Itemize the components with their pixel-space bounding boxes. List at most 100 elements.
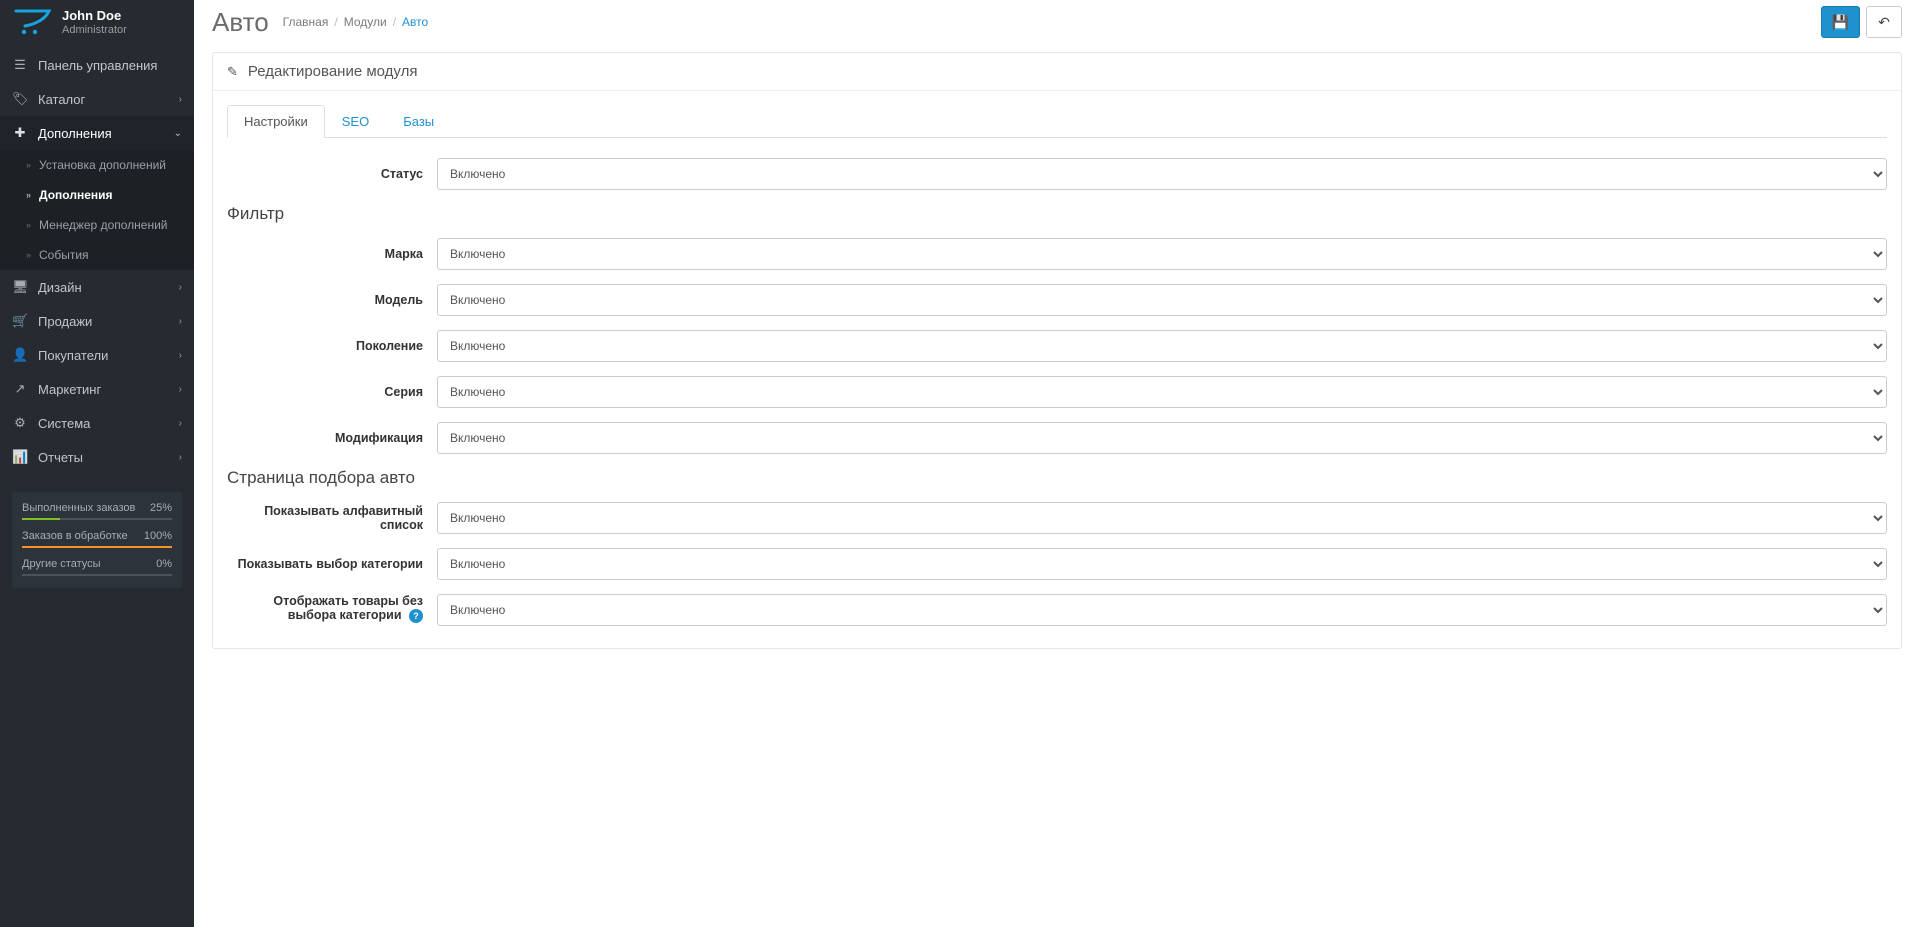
progress-bar [22, 574, 172, 576]
nav-sales[interactable]: 🛒 Продажи › [0, 304, 194, 338]
nav-system[interactable]: ⚙ Система › [0, 406, 194, 440]
save-button[interactable]: 💾 [1821, 6, 1860, 38]
chevron-right-icon: › [179, 94, 182, 105]
tab-seo[interactable]: SEO [325, 105, 386, 138]
chevron-right-icon: › [179, 384, 182, 395]
chevron-right-icon: › [179, 350, 182, 361]
stat-value: 100% [144, 530, 172, 542]
chevron-right-icon: › [179, 282, 182, 293]
subnav-label: Дополнения [39, 188, 112, 202]
breadcrumb-current[interactable]: Авто [402, 15, 428, 29]
logo-icon [13, 8, 53, 36]
nav-reports[interactable]: 📊 Отчеты › [0, 440, 194, 474]
main-nav: ☰ Панель управления 🏷 Каталог › ✚ Дополн… [0, 48, 194, 474]
select-model[interactable]: Включено [437, 284, 1887, 316]
row-series: Серия Включено [227, 376, 1887, 408]
page-header: Авто Главная / Модули / Авто 💾 ↶ [194, 0, 1920, 38]
select-no-category[interactable]: Включено [437, 594, 1887, 626]
nav-marketing[interactable]: ↗ Маркетинг › [0, 372, 194, 406]
row-brand: Марка Включено [227, 238, 1887, 270]
stats-box: Выполненных заказов 25% Заказов в обрабо… [12, 492, 182, 588]
select-generation[interactable]: Включено [437, 330, 1887, 362]
nav-extensions[interactable]: ✚ Дополнения ⌄ [0, 116, 194, 150]
stat-complete: Выполненных заказов 25% [22, 502, 172, 520]
stat-other: Другие статусы 0% [22, 558, 172, 576]
nav-label: Дизайн [38, 280, 82, 295]
share-icon: ↗ [12, 381, 28, 397]
tabs: Настройки SEO Базы [227, 105, 1887, 138]
subnav-modifications[interactable]: » Менеджер дополнений [0, 210, 194, 240]
gear-icon: ⚙ [12, 415, 28, 431]
bars-icon: 📊 [12, 449, 28, 465]
pencil-icon: ✎ [227, 64, 238, 80]
nav-label: Продажи [38, 314, 92, 329]
label-model: Модель [227, 293, 437, 307]
progress-bar [22, 546, 172, 548]
progress-bar [22, 518, 172, 520]
breadcrumb-home[interactable]: Главная [283, 15, 329, 29]
help-icon[interactable]: ? [409, 609, 423, 623]
tab-settings[interactable]: Настройки [227, 105, 325, 138]
chevron-icon: » [26, 220, 31, 230]
sidebar-header: John Doe Administrator [0, 0, 194, 48]
select-status[interactable]: Включено [437, 158, 1887, 190]
nav-design[interactable]: 🖥 Дизайн › [0, 270, 194, 304]
label-no-category-text: Отображать товары без выбора категории [273, 594, 423, 622]
legend-page: Страница подбора авто [227, 468, 1887, 488]
chevron-icon: » [26, 250, 31, 260]
page-title: Авто [212, 7, 269, 38]
chevron-right-icon: › [179, 316, 182, 327]
subnav-events[interactable]: » События [0, 240, 194, 270]
puzzle-icon: ✚ [12, 125, 28, 141]
main-content: Авто Главная / Модули / Авто 💾 ↶ ✎ Редак… [194, 0, 1920, 927]
edit-panel: ✎ Редактирование модуля Настройки SEO Ба… [212, 52, 1902, 649]
select-brand[interactable]: Включено [437, 238, 1887, 270]
save-icon: 💾 [1832, 14, 1849, 31]
label-modification: Модификация [227, 431, 437, 445]
stat-label: Заказов в обработке [22, 530, 128, 542]
breadcrumb-separator: / [393, 15, 396, 29]
panel-heading: ✎ Редактирование модуля [213, 53, 1901, 91]
stat-processing: Заказов в обработке 100% [22, 530, 172, 548]
desktop-icon: 🖥 [12, 279, 28, 295]
header-actions: 💾 ↶ [1821, 6, 1902, 38]
chevron-icon: » [26, 190, 31, 200]
breadcrumb-separator: / [334, 15, 337, 29]
subnav-label: Установка дополнений [39, 158, 166, 172]
back-button[interactable]: ↶ [1866, 6, 1902, 38]
row-no-category: Отображать товары без выбора категории ?… [227, 594, 1887, 626]
chevron-right-icon: › [179, 452, 182, 463]
row-status: Статус Включено [227, 158, 1887, 190]
select-alpha[interactable]: Включено [437, 502, 1887, 534]
chevron-down-icon: ⌄ [174, 128, 182, 139]
stat-value: 0% [156, 558, 172, 570]
user-icon: 👤 [12, 347, 28, 363]
nav-label: Панель управления [38, 58, 157, 73]
subnav-installer[interactable]: » Установка дополнений [0, 150, 194, 180]
logo [10, 8, 56, 36]
breadcrumb: Главная / Модули / Авто [283, 15, 429, 29]
label-generation: Поколение [227, 339, 437, 353]
stat-label: Выполненных заказов [22, 502, 135, 514]
tag-icon: 🏷 [12, 91, 28, 107]
breadcrumb-modules[interactable]: Модули [344, 15, 387, 29]
stat-label: Другие статусы [22, 558, 101, 570]
label-status: Статус [227, 167, 437, 181]
nav-dashboard[interactable]: ☰ Панель управления [0, 48, 194, 82]
select-modification[interactable]: Включено [437, 422, 1887, 454]
subnav-extensions[interactable]: » Дополнения [0, 180, 194, 210]
tab-db[interactable]: Базы [386, 105, 451, 138]
select-category[interactable]: Включено [437, 548, 1887, 580]
nav-catalog[interactable]: 🏷 Каталог › [0, 82, 194, 116]
panel-title: Редактирование модуля [248, 63, 418, 80]
select-series[interactable]: Включено [437, 376, 1887, 408]
label-series: Серия [227, 385, 437, 399]
row-category: Показывать выбор категории Включено [227, 548, 1887, 580]
stat-value: 25% [150, 502, 172, 514]
label-brand: Марка [227, 247, 437, 261]
nav-customers[interactable]: 👤 Покупатели › [0, 338, 194, 372]
panel-body: Настройки SEO Базы Статус Включено Фильт… [213, 91, 1901, 648]
user-role: Administrator [62, 24, 127, 36]
sidebar: John Doe Administrator ☰ Панель управлен… [0, 0, 194, 927]
nav-label: Каталог [38, 92, 85, 107]
